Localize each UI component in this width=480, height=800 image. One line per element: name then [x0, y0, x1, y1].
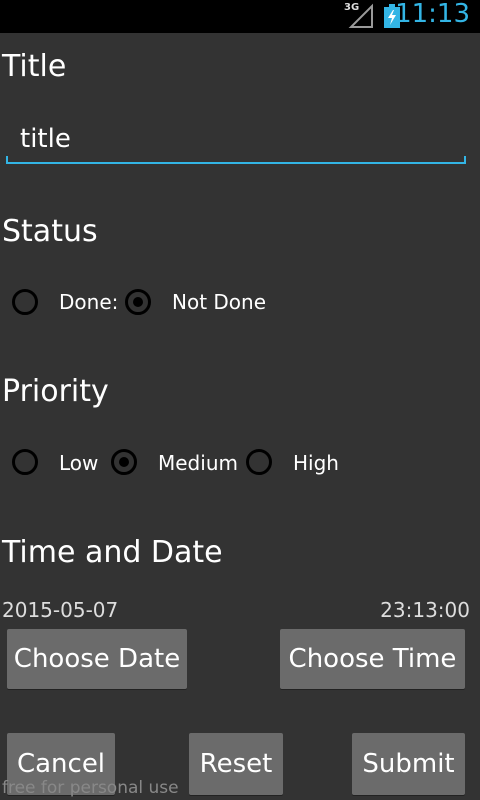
date-value: 2015-05-07 [2, 598, 119, 622]
reset-button[interactable]: Reset [189, 733, 283, 795]
priority-high-radio[interactable] [246, 449, 272, 475]
priority-low-radio[interactable] [12, 449, 38, 475]
title-input[interactable]: title [6, 112, 466, 164]
priority-heading: Priority [2, 374, 109, 409]
input-underline [6, 162, 466, 164]
status-heading: Status [2, 214, 98, 249]
status-done-radio[interactable] [12, 289, 38, 315]
title-heading: Title [2, 49, 67, 84]
clock: 11:13 [395, 0, 470, 29]
time-value: 23:13:00 [380, 598, 470, 622]
signal-icon: 3G [344, 2, 374, 28]
status-not-done-radio[interactable] [125, 289, 151, 315]
choose-time-button[interactable]: Choose Time [280, 629, 465, 689]
submit-button[interactable]: Submit [352, 733, 465, 795]
choose-date-button[interactable]: Choose Date [7, 629, 187, 689]
status-done-label: Done: [59, 290, 119, 314]
priority-low-label: Low [59, 451, 99, 475]
priority-high-label: High [293, 451, 339, 475]
priority-medium-label: Medium [158, 451, 238, 475]
status-not-done-label: Not Done [172, 290, 267, 314]
status-bar: 3G 11:13 [0, 0, 480, 33]
time-date-heading: Time and Date [2, 535, 223, 570]
title-input-value: title [20, 124, 71, 154]
watermark: free for personal use [2, 778, 179, 798]
priority-medium-radio[interactable] [111, 449, 137, 475]
